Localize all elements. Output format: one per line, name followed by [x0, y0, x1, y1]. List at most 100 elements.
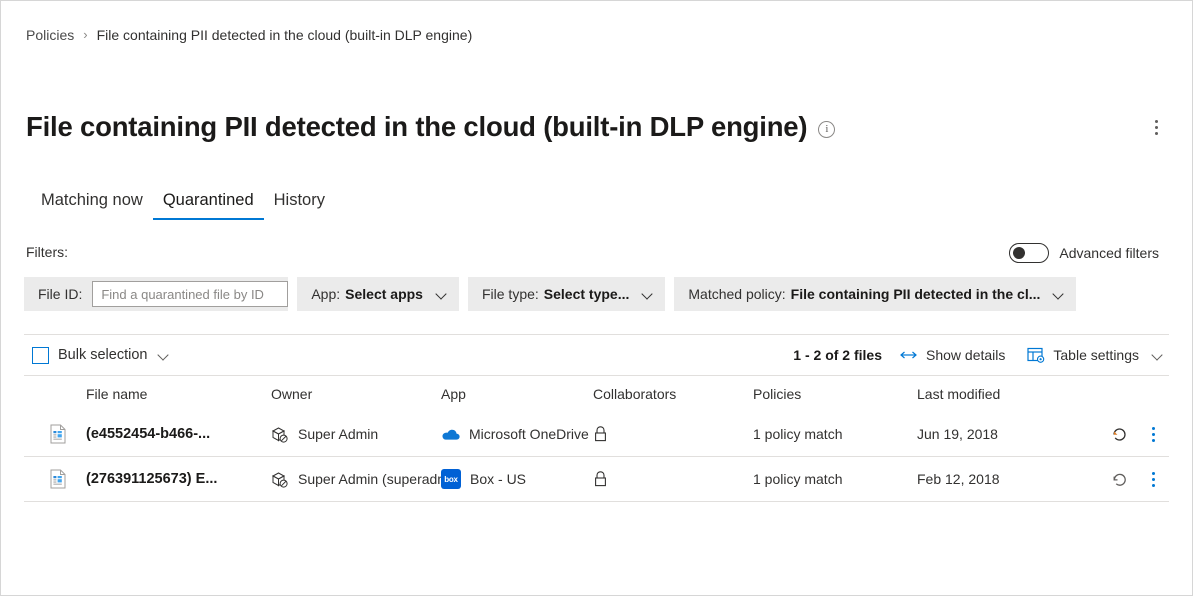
- lock-icon: [593, 425, 608, 443]
- tab-quarantined[interactable]: Quarantined: [153, 189, 264, 220]
- breadcrumb-item-current: File containing PII detected in the clou…: [97, 25, 473, 45]
- file-type-filter-value: Select type...: [544, 286, 630, 302]
- document-icon: [50, 424, 66, 444]
- tab-history[interactable]: History: [264, 189, 335, 220]
- tab-list: Matching now Quarantined History: [31, 189, 335, 220]
- table-header-row: File name Owner App Collaborators Polici…: [24, 376, 1169, 412]
- bulk-selection-control[interactable]: Bulk selection: [32, 347, 169, 364]
- breadcrumb: Policies › File containing PII detected …: [26, 25, 472, 45]
- result-count: 1 - 2 of 2 files: [793, 347, 882, 363]
- chevron-down-icon: [643, 289, 653, 299]
- chevron-down-icon: [1153, 350, 1163, 360]
- table-settings-button[interactable]: Table settings: [1021, 343, 1169, 367]
- filter-bar: File ID: App: Select apps File type: Sel…: [24, 277, 1076, 311]
- file-type-icon-cell: [24, 424, 86, 444]
- last-modified-cell: Jun 19, 2018: [917, 426, 1067, 442]
- owner-cell: Super Admin (superadmi...: [271, 471, 441, 488]
- row-more-actions-button[interactable]: [1143, 422, 1163, 446]
- info-icon[interactable]: i: [818, 121, 835, 138]
- matched-policy-filter-label: Matched policy:: [688, 286, 785, 302]
- more-dot: [1152, 484, 1155, 487]
- filter-file-id: File ID:: [24, 277, 288, 311]
- table-row[interactable]: (e4552454-b466-... Super Admin: [24, 412, 1169, 457]
- more-dot: [1152, 439, 1155, 442]
- row-actions-cell: [1067, 422, 1169, 446]
- chevron-down-icon: [437, 289, 447, 299]
- bulk-selection-label: Bulk selection: [58, 347, 147, 363]
- filters-label: Filters:: [26, 244, 68, 260]
- more-dot: [1155, 126, 1158, 129]
- show-details-button[interactable]: Show details: [894, 343, 1011, 367]
- chevron-down-icon: [1054, 289, 1064, 299]
- onedrive-icon: [441, 428, 460, 441]
- page-header: File containing PII detected in the clou…: [26, 109, 1170, 145]
- row-actions-cell: [1067, 467, 1169, 491]
- app-text: Box - US: [470, 471, 526, 487]
- app-cell: box Box - US: [441, 469, 593, 489]
- cube-badge-icon: [271, 426, 288, 443]
- restore-icon[interactable]: [1110, 425, 1129, 444]
- advanced-filters-control: Advanced filters: [1009, 243, 1159, 263]
- table-row[interactable]: (276391125673) E... Super Admin (superad…: [24, 457, 1169, 502]
- header-app: App: [441, 386, 593, 402]
- row-more-actions-button[interactable]: [1143, 467, 1163, 491]
- more-dot: [1155, 120, 1158, 123]
- page-more-actions-button[interactable]: [1142, 113, 1170, 141]
- owner-cell: Super Admin: [271, 426, 441, 443]
- collaborators-cell: [593, 470, 753, 488]
- advanced-filters-label: Advanced filters: [1059, 245, 1159, 261]
- file-name-cell[interactable]: (276391125673) E...: [86, 471, 271, 487]
- lock-icon: [593, 470, 608, 488]
- file-name-text: (276391125673) E...: [86, 471, 217, 487]
- table-settings-label: Table settings: [1053, 347, 1139, 363]
- file-type-filter-label: File type:: [482, 286, 539, 302]
- chevron-down-icon[interactable]: [159, 350, 169, 360]
- file-name-cell[interactable]: (e4552454-b466-...: [86, 426, 271, 442]
- more-dot: [1155, 132, 1158, 135]
- owner-text: Super Admin: [298, 426, 378, 442]
- filter-matched-policy[interactable]: Matched policy: File containing PII dete…: [674, 277, 1076, 311]
- collaborators-cell: [593, 425, 753, 443]
- file-name-text: (e4552454-b466-...: [86, 426, 210, 442]
- bulk-selection-checkbox[interactable]: [32, 347, 49, 364]
- file-id-input[interactable]: [92, 281, 288, 307]
- app-filter-label: App:: [311, 286, 340, 302]
- file-id-label: File ID:: [38, 286, 82, 302]
- header-collaborators: Collaborators: [593, 386, 753, 402]
- breadcrumb-item-policies[interactable]: Policies: [26, 25, 74, 45]
- policies-cell: 1 policy match: [753, 426, 917, 442]
- table-settings-icon: [1027, 347, 1045, 363]
- policies-cell: 1 policy match: [753, 471, 917, 487]
- cube-badge-icon: [271, 471, 288, 488]
- tab-matching-now[interactable]: Matching now: [31, 189, 153, 220]
- last-modified-text: Feb 12, 2018: [917, 471, 1000, 487]
- app-cell: Microsoft OneDrive ...: [441, 426, 593, 442]
- policies-text: 1 policy match: [753, 471, 842, 487]
- header-owner: Owner: [271, 386, 441, 402]
- matched-policy-filter-value: File containing PII detected in the cl..…: [791, 286, 1041, 302]
- expand-horizontal-icon: [900, 349, 918, 361]
- owner-text: Super Admin (superadmi...: [298, 471, 441, 487]
- header-file-name: File name: [86, 386, 271, 402]
- advanced-filters-toggle[interactable]: [1009, 243, 1049, 263]
- breadcrumb-separator-icon: ›: [83, 25, 87, 45]
- more-dot: [1152, 433, 1155, 436]
- last-modified-cell: Feb 12, 2018: [917, 471, 1067, 487]
- more-dot: [1152, 427, 1155, 430]
- table-toolbar: Bulk selection 1 - 2 of 2 files Show det…: [24, 334, 1169, 376]
- restore-icon[interactable]: [1110, 470, 1129, 489]
- header-last-modified: Last modified: [917, 386, 1067, 402]
- policies-text: 1 policy match: [753, 426, 842, 442]
- toolbar-right-group: 1 - 2 of 2 files Show details: [793, 343, 1169, 367]
- app-filter-value: Select apps: [345, 286, 423, 302]
- toggle-knob: [1013, 247, 1025, 259]
- document-icon: [50, 469, 66, 489]
- more-dot: [1152, 472, 1155, 475]
- app-text: Microsoft OneDrive ...: [469, 426, 593, 442]
- filter-file-type[interactable]: File type: Select type...: [468, 277, 665, 311]
- show-details-label: Show details: [926, 347, 1005, 363]
- last-modified-text: Jun 19, 2018: [917, 426, 998, 442]
- filter-app[interactable]: App: Select apps: [297, 277, 459, 311]
- more-dot: [1152, 478, 1155, 481]
- page-title: File containing PII detected in the clou…: [26, 109, 807, 145]
